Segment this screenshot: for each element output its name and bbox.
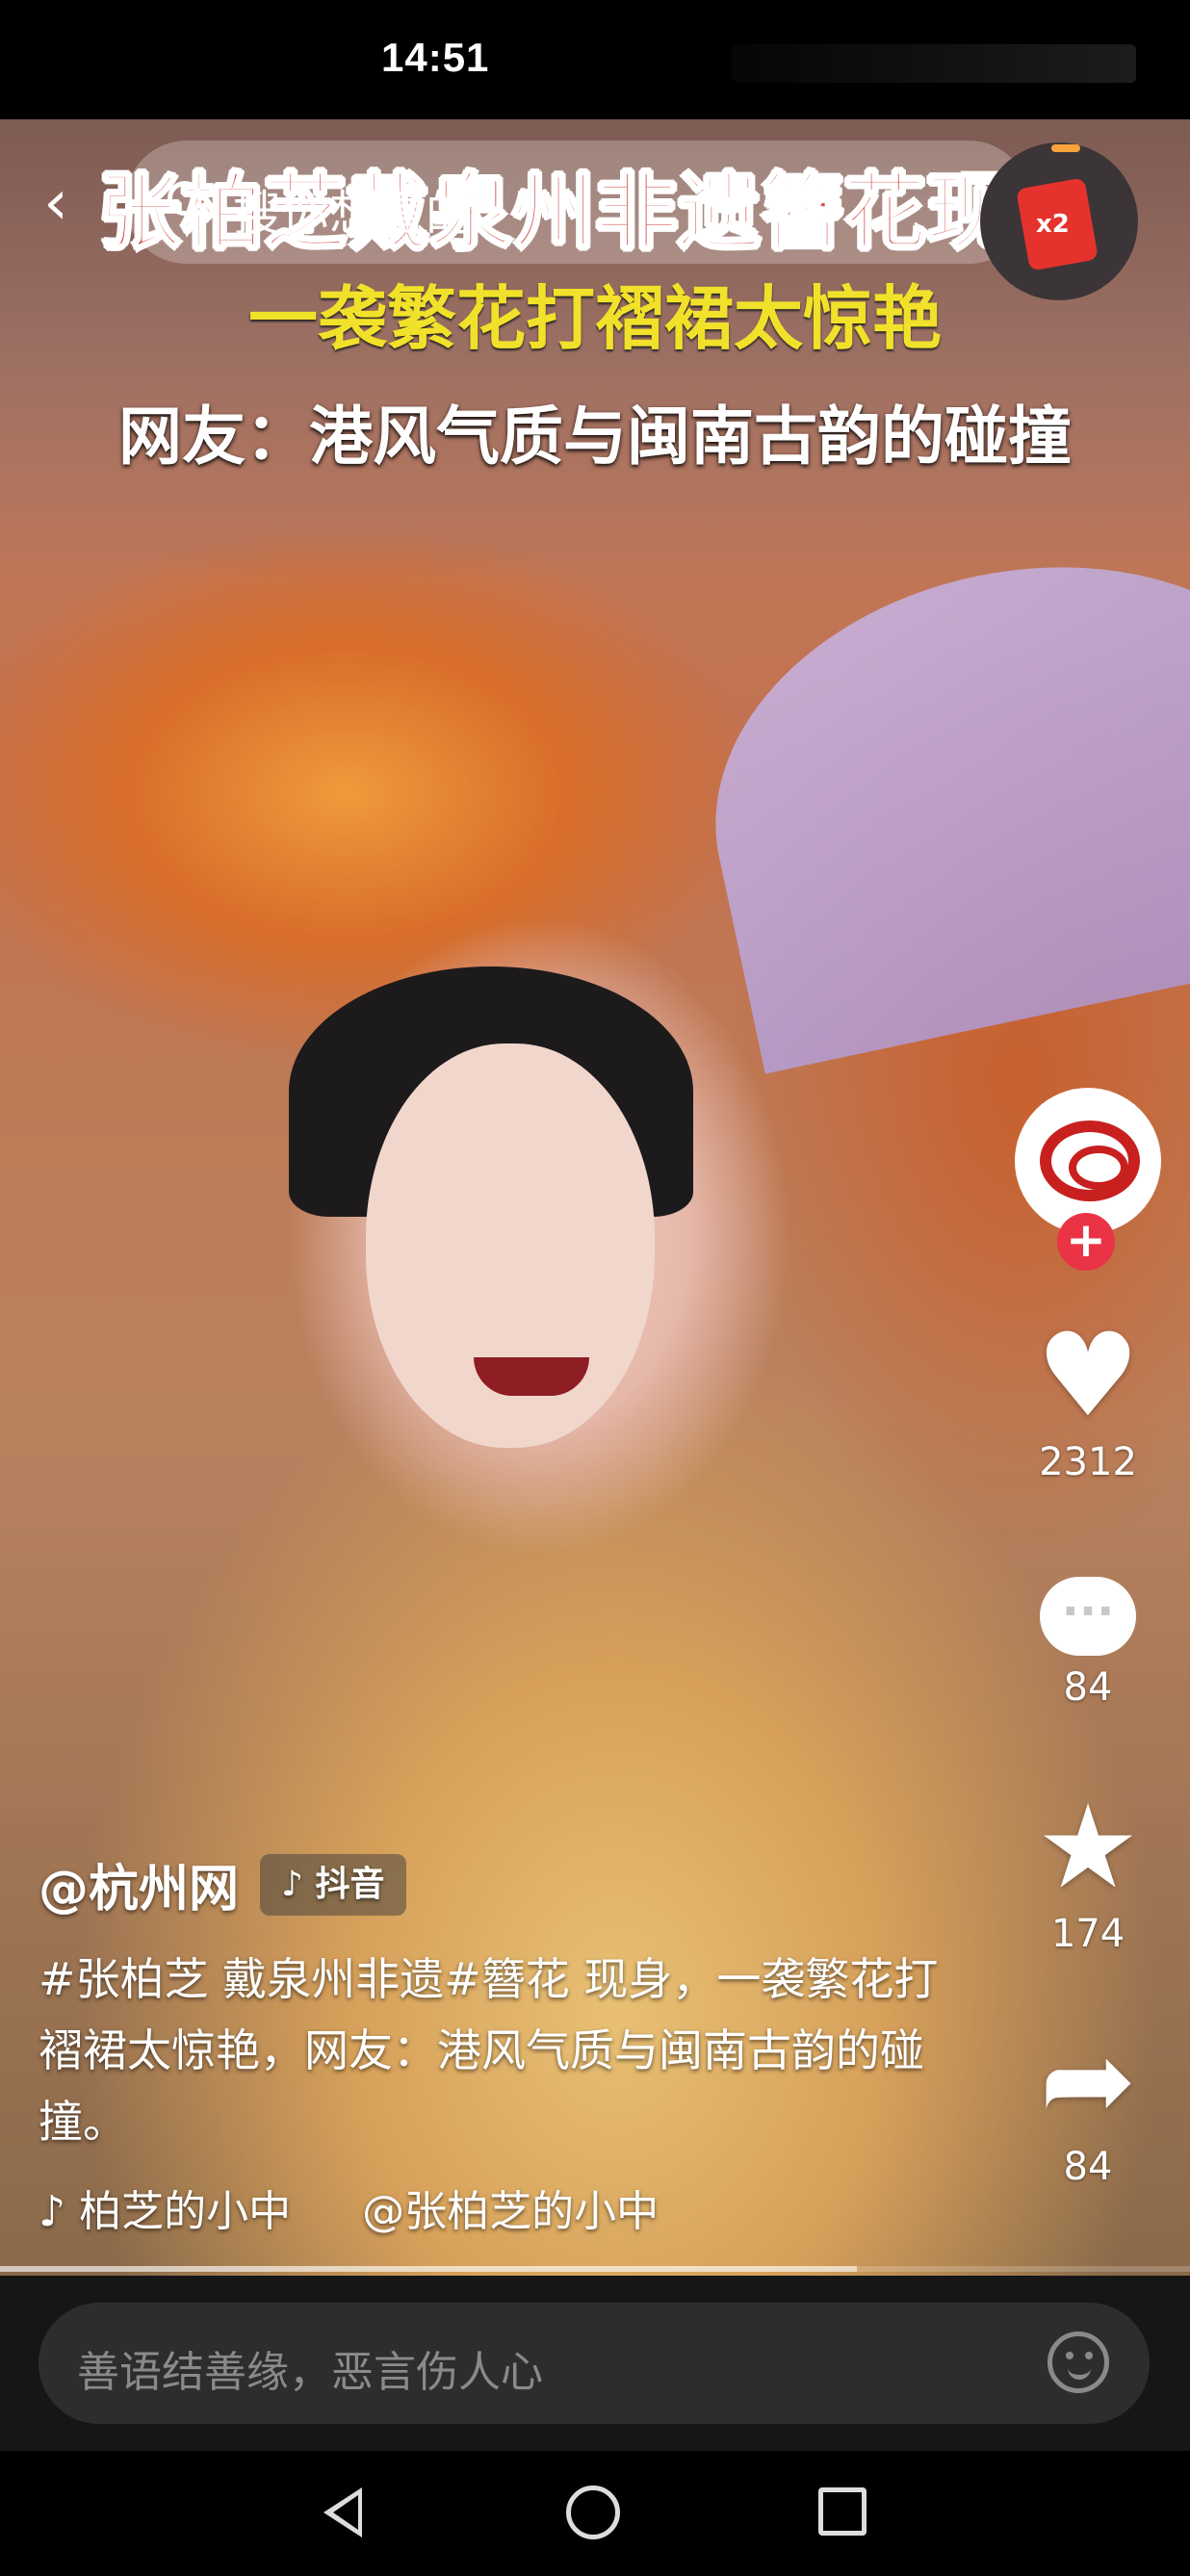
status-icons (732, 44, 1136, 83)
chevron-left-icon[interactable]: ‹ (27, 169, 85, 237)
comment-bar: 善语结善缘，恶言伤人心 (0, 2276, 1190, 2451)
like-count: 2312 (1039, 1440, 1137, 1484)
favorite-count: 174 (1050, 1912, 1125, 1956)
comment-placeholder: 善语结善缘，恶言伤人心 (77, 2348, 543, 2397)
comment-count: 84 (1063, 1665, 1113, 1710)
video-progress-bar[interactable] (0, 2266, 1190, 2272)
heart-icon: ♥ (1036, 1309, 1140, 1443)
nav-back-icon[interactable] (323, 2487, 362, 2537)
author-logo-icon (1040, 1121, 1140, 1201)
umbrella-image (673, 512, 1190, 1074)
emoji-icon[interactable] (1048, 2331, 1109, 2393)
red-packet-reward-button[interactable]: x2 (980, 142, 1138, 300)
star-icon: ★ (1036, 1781, 1140, 1915)
comment-bubble-icon (1040, 1577, 1136, 1656)
nav-home-icon[interactable] (566, 2486, 620, 2539)
music-author[interactable]: @张柏芝的小中 (362, 2187, 659, 2236)
video-progress-fill (0, 2266, 857, 2272)
search-placeholder: 搜你想看的 (233, 186, 474, 242)
favorite-button[interactable]: ★ 174 (1001, 1781, 1175, 1957)
share-arrow-icon: ➦ (1039, 2014, 1137, 2148)
video-headline-3: 网友：港风气质与闽南古韵的碰撞 (118, 399, 1072, 474)
author-row: @杭州网 ♪ 抖音 (39, 1848, 944, 1920)
platform-badge[interactable]: ♪ 抖音 (260, 1853, 406, 1916)
video-description[interactable]: #张柏芝 戴泉州非遗#簪花 现身，一袭繁花打褶裙太惊艳，网友：港风气质与闽南古韵… (39, 1944, 944, 2157)
search-icon (168, 181, 202, 216)
follow-button[interactable]: + (1057, 1213, 1115, 1271)
like-button[interactable]: ♥ 2312 (1001, 1309, 1175, 1485)
search-bar[interactable]: 搜你想看的 (125, 141, 1030, 264)
share-count: 84 (1063, 2145, 1113, 2189)
nav-recents-icon[interactable] (818, 2487, 867, 2536)
music-title[interactable]: ♪ 柏芝的小中 (39, 2187, 291, 2236)
comment-input[interactable]: 善语结善缘，恶言伤人心 (39, 2303, 1150, 2424)
reward-multiplier: x2 (1036, 210, 1070, 239)
status-time: 14:51 (381, 35, 490, 80)
share-button[interactable]: ➦ 84 (1001, 2014, 1175, 2190)
status-bar: 14:51 (0, 0, 1190, 119)
comment-button[interactable]: 84 (1001, 1558, 1175, 1710)
author-name-link[interactable]: @杭州网 (39, 1848, 239, 1920)
reward-timer-ring (1051, 144, 1080, 152)
system-nav-bar (0, 2451, 1190, 2576)
music-row[interactable]: ♪ 柏芝的小中 @张柏芝的小中 (39, 2177, 944, 2238)
video-caption: @杭州网 ♪ 抖音 #张柏芝 戴泉州非遗#簪花 现身，一袭繁花打褶裙太惊艳，网友… (39, 1848, 944, 2238)
